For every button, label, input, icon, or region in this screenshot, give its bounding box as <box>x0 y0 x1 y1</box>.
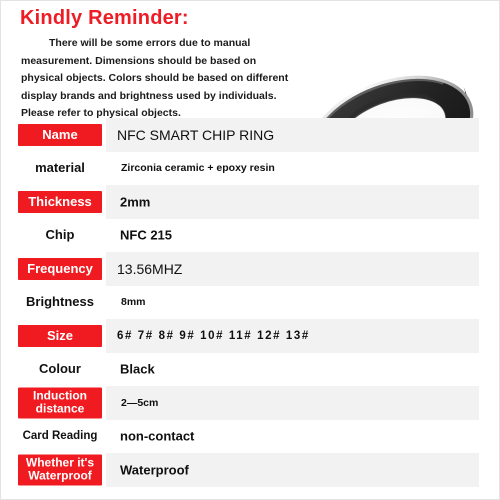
table-row: Chip NFC 215 <box>1 218 499 252</box>
table-row: Name NFC SMART CHIP RING <box>1 118 499 152</box>
spec-value: 2mm <box>120 194 151 210</box>
spec-value: 2—5cm <box>121 396 159 409</box>
spec-value: Zirconia ceramic + epoxy resin <box>121 162 275 175</box>
product-spec-page: Kindly Reminder: There will be some erro… <box>0 0 500 500</box>
row-band <box>106 185 479 219</box>
spec-label: material <box>35 160 85 176</box>
spec-value: NFC SMART CHIP RING <box>117 126 275 143</box>
specification-table: Name NFC SMART CHIP RING material Zircon… <box>1 118 499 487</box>
row-band <box>106 352 479 386</box>
table-row: Card Reading non-contact <box>1 419 499 453</box>
spec-value: Black <box>120 361 155 377</box>
spec-label: Chip <box>45 227 75 243</box>
spec-label: Card Reading <box>22 430 98 443</box>
spec-value: 8mm <box>121 296 146 309</box>
spec-label: Colour <box>39 361 81 377</box>
reminder-body-text: There will be some errors due to manual … <box>21 37 289 119</box>
spec-label: Thickness <box>18 190 102 213</box>
spec-value: NFC 215 <box>120 227 173 243</box>
spec-value: non-contact <box>120 428 195 444</box>
table-row: material Zirconia ceramic + epoxy resin <box>1 151 499 185</box>
table-row: Brightness 8mm <box>1 285 499 319</box>
table-row: Whether it's Waterproof Waterproof <box>1 453 499 487</box>
table-row: Colour Black <box>1 352 499 386</box>
spec-label: Name <box>18 123 102 146</box>
table-row: Size 6# 7# 8# 9# 10# 11# 12# 13# <box>1 319 499 353</box>
reminder-title: Kindly Reminder: <box>20 7 189 29</box>
spec-value: Waterproof <box>120 462 189 478</box>
table-row: Induction distance 2—5cm <box>1 386 499 420</box>
table-row: Thickness 2mm <box>1 185 499 219</box>
table-row: Frequency 13.56MHZ <box>1 252 499 286</box>
row-band <box>106 386 479 420</box>
spec-label: Frequency <box>18 257 102 280</box>
spec-value: 13.56MHZ <box>117 260 183 277</box>
spec-value-sizes: 6# 7# 8# 9# 10# 11# 12# 13# <box>117 329 310 342</box>
spec-label: Size <box>18 324 102 347</box>
spec-label: Induction distance <box>18 387 102 419</box>
spec-label: Whether it's Waterproof <box>18 454 102 486</box>
row-band <box>106 285 479 319</box>
spec-label: Brightness <box>26 294 94 310</box>
